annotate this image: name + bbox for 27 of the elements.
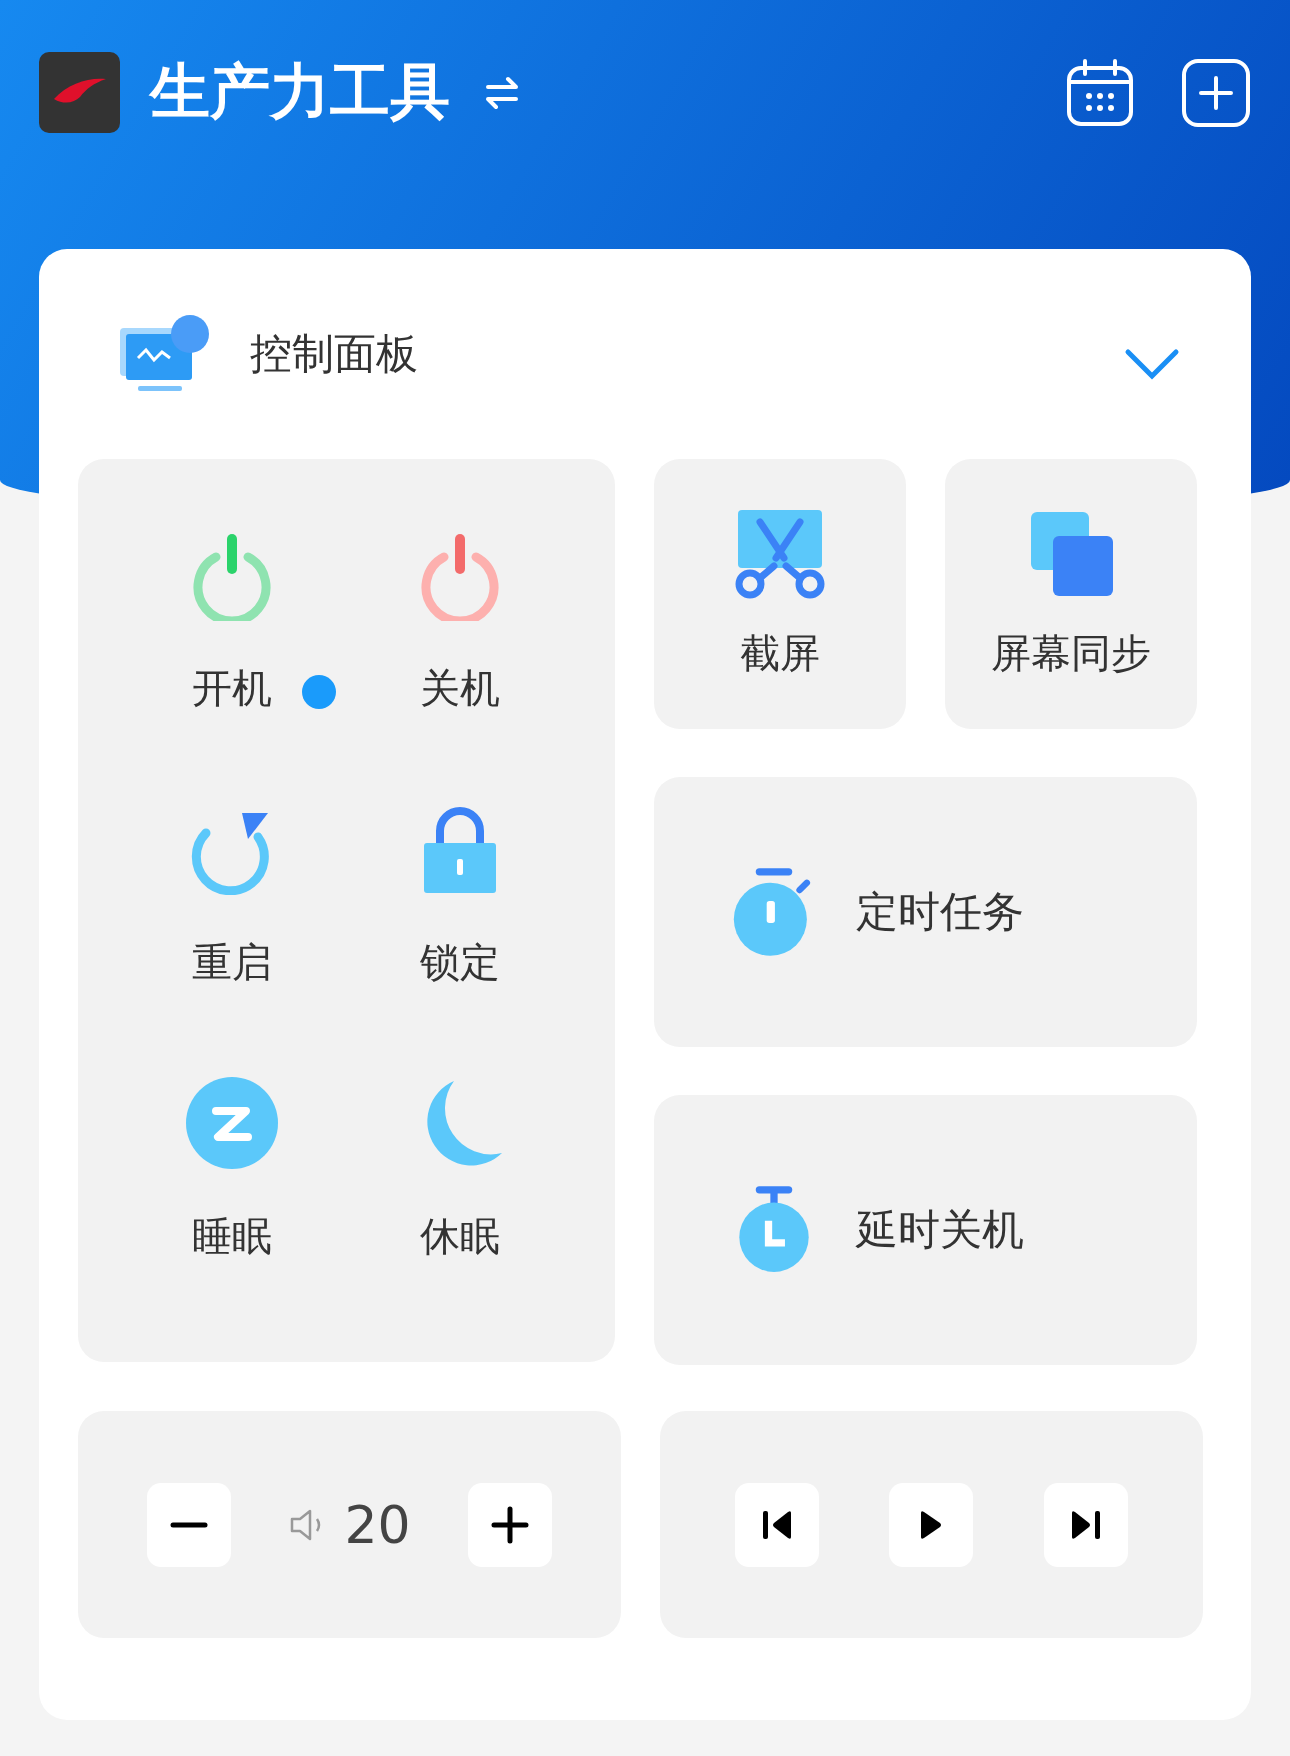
power-option[interactable]: 重启 — [118, 803, 346, 1077]
power-option[interactable]: 锁定 — [346, 803, 574, 1077]
minus-icon — [168, 1521, 209, 1528]
plus-icon — [490, 1504, 531, 1545]
play-button[interactable] — [889, 1482, 974, 1567]
power-option[interactable]: 休眠 — [346, 1077, 574, 1351]
tool-tile[interactable]: 截屏 — [654, 459, 906, 729]
task-tile[interactable]: 定时任务 — [654, 777, 1197, 1047]
add-button[interactable] — [1181, 57, 1251, 128]
panel-title: 控制面板 — [250, 328, 418, 380]
power-option[interactable]: 开机 — [118, 529, 346, 803]
tool-tile[interactable]: 屏幕同步 — [945, 459, 1197, 729]
calendar-icon — [1065, 57, 1135, 128]
sleep-icon — [186, 1077, 278, 1169]
scissors-icon — [734, 507, 826, 600]
monitor-icon — [118, 314, 210, 394]
plus-icon — [1181, 57, 1251, 128]
volume-up-button[interactable] — [468, 1482, 553, 1567]
task-tile[interactable]: 延时关机 — [654, 1095, 1197, 1365]
next-button[interactable] — [1043, 1482, 1128, 1567]
volume-value: 20 — [344, 1494, 411, 1555]
previous-button[interactable] — [735, 1482, 820, 1567]
power-option[interactable]: 睡眠 — [118, 1077, 346, 1351]
power-option[interactable]: 关机 — [346, 529, 574, 803]
calendar-button[interactable] — [1065, 57, 1135, 128]
volume-down-button[interactable] — [146, 1482, 231, 1567]
app-title: 生产力工具 — [150, 55, 450, 128]
